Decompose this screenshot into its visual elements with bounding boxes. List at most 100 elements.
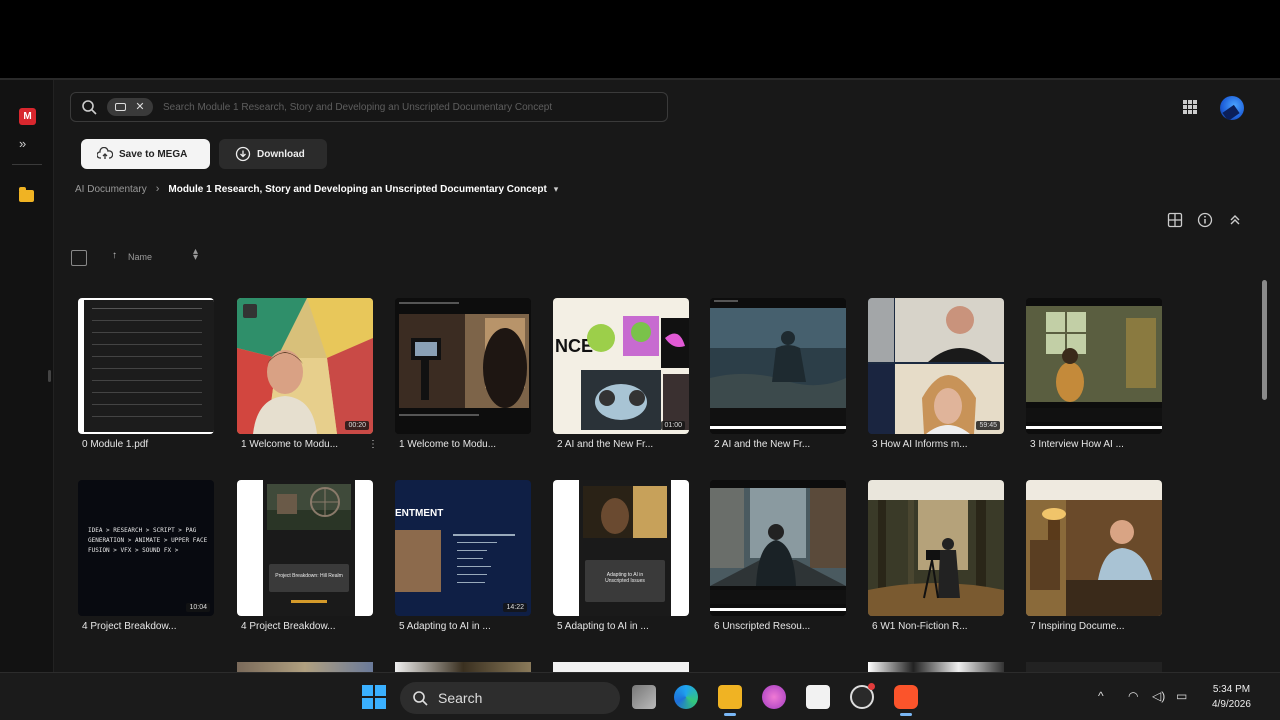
more-options-icon[interactable]: ⋮ bbox=[368, 439, 378, 450]
file-name: 0 Module 1.pdf bbox=[82, 439, 149, 450]
file-name: 3 Interview How AI ... bbox=[1030, 439, 1124, 450]
vertical-scrollbar[interactable] bbox=[1262, 280, 1267, 400]
file-tile[interactable]: 59:45 3 How AI Informs m... bbox=[868, 298, 1004, 450]
file-tile[interactable]: 6 Unscripted Resou... bbox=[710, 480, 846, 632]
sidebar-divider bbox=[12, 164, 42, 165]
download-button-label: Download bbox=[257, 148, 305, 160]
file-name: 6 Unscripted Resou... bbox=[714, 621, 811, 632]
file-name: 4 Project Breakdow... bbox=[241, 621, 336, 632]
thumbnail-text: IDEA > RESEARCH > SCRIPT > PAG GENERATIO… bbox=[88, 527, 208, 554]
file-tile[interactable]: ENTMENT 14:22 5 Adapting to AI in ... bbox=[395, 480, 531, 632]
save-button-label: Save to MEGA bbox=[119, 148, 188, 160]
notification-dot bbox=[868, 683, 875, 690]
download-icon bbox=[235, 146, 251, 162]
file-tile[interactable]: 2 AI and the New Fr... bbox=[710, 298, 846, 450]
screen-top-black-bar bbox=[0, 0, 1280, 78]
doc-thumbnail bbox=[1026, 480, 1162, 616]
file-name: 1 Welcome to Modu... bbox=[241, 439, 339, 450]
video-duration-badge: 14:22 bbox=[503, 603, 527, 612]
file-name: 2 AI and the New Fr... bbox=[557, 439, 654, 450]
file-name: 4 Project Breakdow... bbox=[82, 621, 177, 632]
taskbar-search-box[interactable]: Search bbox=[400, 682, 620, 714]
cloud-drive-folder-icon[interactable] bbox=[19, 187, 34, 202]
video-duration-badge: 00:20 bbox=[345, 421, 369, 430]
sidebar-resize-handle[interactable] bbox=[48, 370, 51, 382]
info-icon[interactable] bbox=[1197, 212, 1213, 228]
video-thumbnail: 59:45 bbox=[868, 298, 1004, 434]
file-tile[interactable]: 0 Module 1.pdf bbox=[78, 298, 214, 450]
taskbar-clock[interactable]: 5:34 PM 4/9/2026 bbox=[1212, 682, 1251, 712]
task-view-icon[interactable] bbox=[632, 685, 656, 709]
sort-by-label[interactable]: Name bbox=[128, 252, 152, 262]
typora-app-icon[interactable] bbox=[806, 685, 830, 709]
windows-taskbar: Search ^ ◠ ◁) ▭ 5:34 PM 4/9/2026 bbox=[0, 672, 1280, 720]
windows-start-icon[interactable] bbox=[362, 685, 386, 709]
sidebar: M » bbox=[0, 80, 54, 672]
video-thumbnail: 00:20 bbox=[237, 298, 373, 434]
avatar[interactable] bbox=[1220, 96, 1244, 120]
breadcrumb-separator-icon: › bbox=[155, 183, 160, 195]
tray-overflow-chevron-icon[interactable]: ^ bbox=[1098, 689, 1104, 703]
clock-date: 4/9/2026 bbox=[1212, 699, 1251, 710]
clear-scope-icon[interactable]: ✕ bbox=[135, 101, 144, 113]
video-thumbnail: NCE 01:00 bbox=[553, 298, 689, 434]
video-thumbnail: ENTMENT 14:22 bbox=[395, 480, 531, 616]
video-duration-badge: 10:04 bbox=[186, 603, 210, 612]
file-tile[interactable]: Project Breakdown: Hill Realm 4 Project … bbox=[237, 480, 373, 632]
expand-sidebar-icon[interactable]: » bbox=[19, 136, 26, 151]
active-app-indicator bbox=[900, 713, 912, 716]
sort-toggle-icon[interactable]: ▴ ▾ bbox=[193, 247, 198, 263]
video-thumbnail: IDEA > RESEARCH > SCRIPT > PAG GENERATIO… bbox=[78, 480, 214, 616]
brave-browser-icon[interactable] bbox=[894, 685, 918, 709]
doc-thumbnail: Adapting to AI in Unscripted Issues bbox=[553, 480, 689, 616]
taskbar-search-label: Search bbox=[438, 690, 483, 706]
file-tile[interactable]: Adapting to AI in Unscripted Issues 5 Ad… bbox=[553, 480, 689, 632]
file-tile[interactable]: 6 W1 Non-Fiction R... bbox=[868, 480, 1004, 632]
file-explorer-icon[interactable] bbox=[718, 685, 742, 709]
wifi-icon[interactable]: ◠ bbox=[1128, 689, 1138, 703]
video-duration-badge: 01:00 bbox=[661, 421, 685, 430]
video-duration-badge: 59:45 bbox=[976, 421, 1000, 430]
breadcrumb-current-folder: Module 1 Research, Story and Developing … bbox=[168, 183, 547, 195]
search-input[interactable] bbox=[163, 101, 667, 113]
chevron-down-icon[interactable]: ▾ bbox=[554, 184, 559, 195]
doc-thumbnail bbox=[710, 298, 846, 434]
file-tile-partial[interactable] bbox=[553, 662, 689, 672]
search-bar[interactable]: ✕ bbox=[70, 92, 668, 122]
edge-browser-icon[interactable] bbox=[674, 685, 698, 709]
grid-view-icon[interactable] bbox=[1167, 212, 1183, 228]
sort-ascending-icon[interactable]: ↑ bbox=[112, 250, 117, 261]
file-tile-partial[interactable] bbox=[868, 662, 1004, 672]
mega-logo-icon[interactable]: M bbox=[19, 108, 36, 125]
thumbnail-heading: ENTMENT bbox=[395, 508, 444, 519]
file-tile[interactable]: IDEA > RESEARCH > SCRIPT > PAG GENERATIO… bbox=[78, 480, 214, 632]
file-tile[interactable]: 00:20 1 Welcome to Modu... ⋮ bbox=[237, 298, 378, 450]
volume-icon[interactable]: ◁) bbox=[1152, 689, 1165, 703]
doc-thumbnail bbox=[710, 480, 846, 616]
file-name: 5 Adapting to AI in ... bbox=[399, 621, 491, 632]
file-name: 2 AI and the New Fr... bbox=[714, 439, 811, 450]
mega-app-window: M » ✕ Save to MEGA Download AI Documenta… bbox=[0, 78, 1280, 672]
file-tile[interactable]: 3 Interview How AI ... bbox=[1026, 298, 1162, 450]
breadcrumb-root-link[interactable]: AI Documentary bbox=[75, 184, 147, 195]
search-scope-chip[interactable]: ✕ bbox=[107, 98, 153, 116]
folder-scope-icon bbox=[115, 103, 127, 111]
thumbnail-caption: Project Breakdown: Hill Realm bbox=[275, 573, 343, 579]
file-tile-partial[interactable] bbox=[395, 662, 531, 672]
doc-thumbnail: Project Breakdown: Hill Realm bbox=[237, 480, 373, 616]
collapse-up-icon[interactable] bbox=[1227, 212, 1243, 228]
active-app-indicator bbox=[724, 713, 736, 716]
file-tile[interactable]: 1 Welcome to Modu... bbox=[395, 298, 531, 450]
file-tile-partial[interactable] bbox=[1026, 662, 1162, 672]
file-tile-partial[interactable] bbox=[237, 662, 373, 672]
brain-app-icon[interactable] bbox=[762, 685, 786, 709]
apps-grid-icon[interactable] bbox=[1183, 100, 1197, 114]
save-to-mega-button[interactable]: Save to MEGA bbox=[81, 139, 210, 169]
select-all-checkbox[interactable] bbox=[71, 250, 87, 266]
download-button[interactable]: Download bbox=[219, 139, 327, 169]
file-tile[interactable]: NCE 01:00 2 AI and the New Fr... bbox=[553, 298, 689, 450]
pdf-thumbnail bbox=[78, 298, 214, 434]
battery-icon[interactable]: ▭ bbox=[1176, 689, 1187, 703]
file-name: 3 How AI Informs m... bbox=[872, 439, 968, 450]
file-tile[interactable]: 7 Inspiring Docume... bbox=[1026, 480, 1162, 632]
